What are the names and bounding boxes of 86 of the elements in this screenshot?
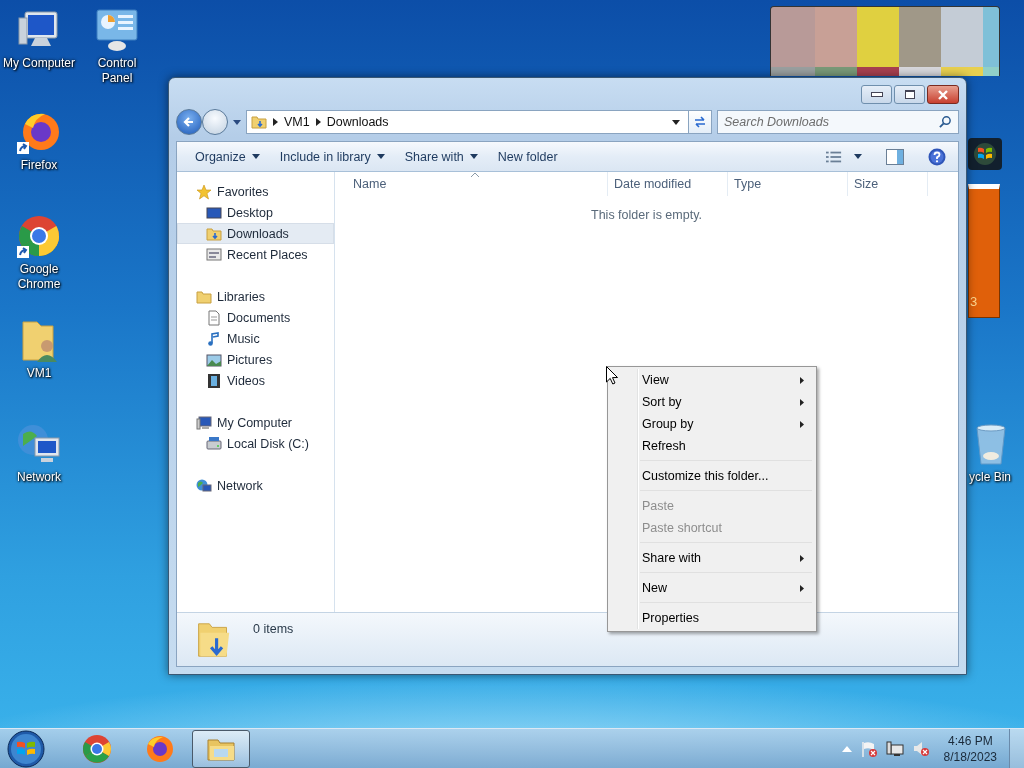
time-text: 4:46 PM [947, 733, 993, 749]
document-icon [206, 309, 222, 326]
refresh-icon [693, 115, 707, 129]
nav-item[interactable]: My Computer [177, 412, 334, 433]
submenu-arrow-icon [800, 398, 804, 406]
empty-folder-message: This folder is empty. [590, 208, 703, 222]
picture-icon [206, 351, 222, 368]
music-note-icon [206, 330, 222, 347]
nav-item[interactable]: Network [177, 475, 334, 496]
control-panel-icon[interactable] [93, 6, 141, 54]
chrome-icon [81, 733, 113, 765]
nav-item[interactable]: Pictures [177, 349, 334, 370]
nav-item[interactable]: Videos [177, 370, 334, 391]
nav-item[interactable]: Recent Places [177, 244, 334, 265]
toolbar-button[interactable]: Include in library [269, 144, 395, 169]
chevron-icon[interactable] [315, 118, 321, 126]
forward-button[interactable] [202, 109, 228, 135]
nav-item[interactable]: Desktop [177, 202, 334, 223]
network-icon [196, 477, 212, 494]
film-icon [206, 372, 222, 389]
nav-item[interactable]: Documents [177, 307, 334, 328]
address-bar[interactable]: VM1 Downloads [246, 110, 689, 134]
maximize-button[interactable] [894, 85, 925, 104]
column-header[interactable]: Size [848, 172, 928, 196]
caret-icon[interactable] [854, 154, 862, 159]
windows-logo-icon[interactable] [968, 138, 1002, 170]
nav-item[interactable]: Libraries [177, 286, 334, 307]
breadcrumb[interactable]: Downloads [326, 115, 389, 129]
nav-item[interactable]: Downloads [177, 223, 334, 244]
menu-item[interactable]: Sort by [610, 391, 814, 413]
item-count: 0 items [253, 622, 294, 636]
muted-speaker-icon[interactable] [911, 740, 930, 758]
close-button[interactable] [927, 85, 959, 104]
desktop-icon-label[interactable]: Firefox [6, 158, 72, 173]
folder-icon [251, 114, 267, 130]
close-icon [938, 89, 948, 100]
desktop-icon-label[interactable]: Control Panel [84, 56, 150, 86]
clock[interactable]: 4:46 PM 8/18/2023 [943, 733, 997, 765]
toolbar-button[interactable]: New folder [487, 144, 568, 169]
desktop-icon-label[interactable]: My Computer [0, 56, 78, 71]
nav-item[interactable]: Music [177, 328, 334, 349]
submenu-arrow-icon [800, 420, 804, 428]
column-header[interactable]: Type [728, 172, 848, 196]
search-field[interactable]: Search Downloads [717, 110, 959, 134]
caret-icon [251, 154, 260, 159]
computer-icon [196, 414, 212, 431]
caret-icon [469, 154, 478, 159]
view-options-icon[interactable] [826, 149, 842, 164]
folder-icon [196, 288, 212, 305]
music-gadget[interactable] [770, 6, 1000, 76]
caret-icon[interactable] [672, 119, 680, 125]
toolbar-button[interactable]: Organize [185, 144, 270, 169]
preview-pane-icon[interactable] [886, 148, 904, 165]
submenu-arrow-icon [800, 584, 804, 592]
date-text: 8/18/2023 [943, 749, 997, 765]
mouse-pointer-icon [606, 366, 618, 385]
back-arrow-icon [183, 116, 195, 128]
help-icon[interactable] [928, 147, 946, 166]
toolbar-button[interactable]: Share with [394, 144, 488, 169]
folder-icon [206, 225, 222, 242]
calendar-footer: 3 [970, 294, 978, 309]
desktop-icon [206, 204, 222, 221]
search-icon[interactable] [939, 115, 952, 128]
caret-icon [376, 154, 385, 159]
star-icon [196, 183, 212, 200]
column-header[interactable]: Date modified [608, 172, 728, 196]
menu-item[interactable]: Group by [610, 413, 814, 435]
drive-icon [206, 435, 222, 452]
breadcrumb[interactable]: VM1 [284, 115, 310, 129]
nav-item[interactable]: Favorites [177, 181, 334, 202]
minimize-button[interactable] [861, 85, 892, 104]
explorer-taskbar-button[interactable] [192, 730, 250, 768]
nav-item[interactable]: Local Disk (C:) [177, 433, 334, 454]
chevron-icon[interactable] [273, 118, 278, 126]
flag-icon[interactable] [859, 740, 878, 758]
column-header[interactable]: Name [335, 172, 608, 196]
desktop-icon-label[interactable]: Google Chrome [6, 262, 72, 292]
desktop-icon-label[interactable]: VM1 [6, 366, 72, 381]
refresh-button[interactable] [688, 110, 712, 134]
start-button[interactable] [6, 729, 46, 768]
submenu-arrow-icon [800, 376, 804, 384]
recent-places-icon [206, 246, 222, 263]
menu-item[interactable]: Refresh [610, 435, 814, 457]
network-monitor-icon[interactable] [885, 740, 904, 758]
back-button[interactable] [176, 109, 202, 135]
submenu-arrow-icon [800, 554, 804, 562]
